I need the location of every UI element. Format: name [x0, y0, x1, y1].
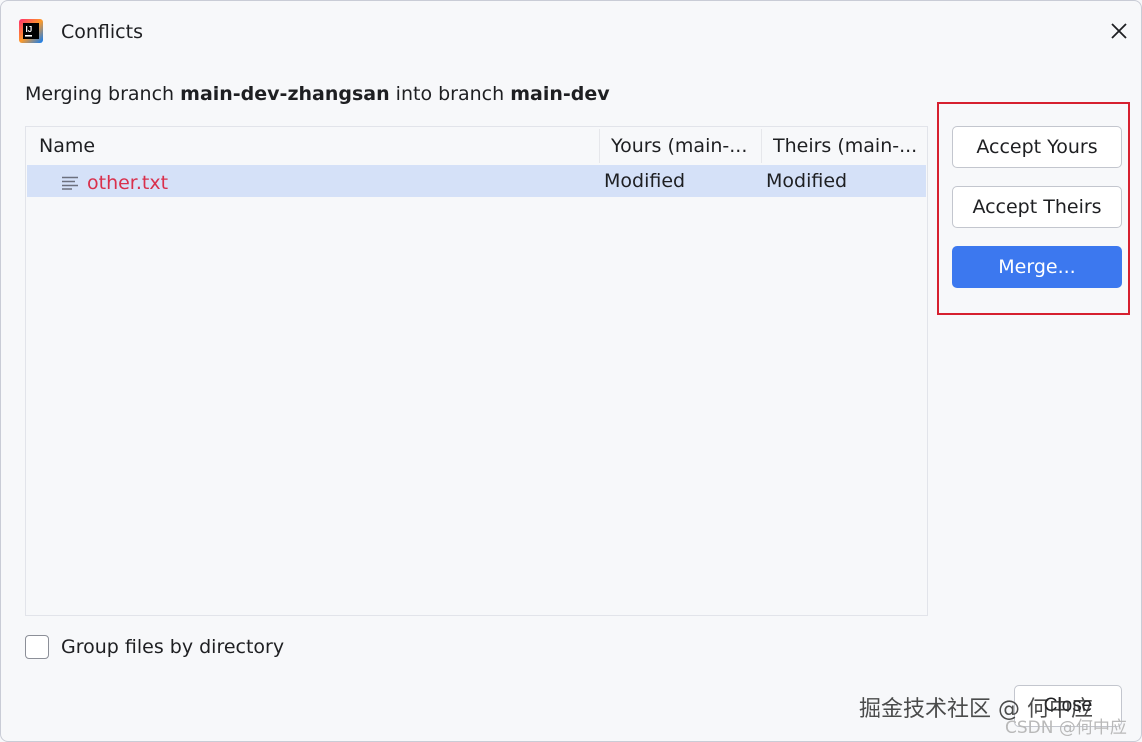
window-title: Conflicts — [61, 21, 143, 43]
merge-middle: into branch — [389, 83, 511, 105]
watermark-secondary: CSDN @何中应 — [1005, 718, 1127, 738]
source-branch: main-dev-zhangsan — [180, 83, 390, 105]
yours-status: Modified — [604, 170, 686, 192]
file-name: other.txt — [87, 172, 169, 194]
group-by-directory-option[interactable]: Group files by directory — [25, 635, 284, 659]
intellij-idea-icon: IJ — [19, 19, 43, 43]
column-header-yours[interactable]: Yours (main-... — [611, 127, 756, 165]
column-separator — [761, 129, 762, 163]
group-by-directory-label: Group files by directory — [61, 636, 285, 658]
column-header-theirs[interactable]: Theirs (main-... — [773, 127, 923, 165]
accept-theirs-button[interactable]: Accept Theirs — [952, 186, 1122, 228]
merge-button[interactable]: Merge... — [952, 246, 1122, 288]
merge-description: Merging branch main-dev-zhangsan into br… — [25, 83, 610, 105]
accept-yours-button[interactable]: Accept Yours — [952, 126, 1122, 168]
conflicts-dialog: IJ Conflicts Merging branch main-dev-zha… — [0, 0, 1142, 742]
theirs-status: Modified — [766, 170, 848, 192]
table-row[interactable]: other.txt Modified Modified — [27, 165, 926, 197]
merge-prefix: Merging branch — [25, 83, 181, 105]
column-header-name[interactable]: Name — [39, 127, 599, 165]
column-separator — [599, 129, 600, 163]
text-file-icon — [61, 175, 79, 190]
conflicts-table: Name Yours (main-... Theirs (main-... ot… — [25, 126, 928, 616]
target-branch: main-dev — [510, 83, 610, 105]
table-header: Name Yours (main-... Theirs (main-... — [26, 127, 927, 165]
group-by-directory-checkbox[interactable] — [25, 635, 49, 659]
svg-text:IJ: IJ — [26, 25, 33, 34]
title-bar: IJ Conflicts — [1, 1, 1142, 63]
close-icon[interactable] — [1105, 17, 1133, 45]
